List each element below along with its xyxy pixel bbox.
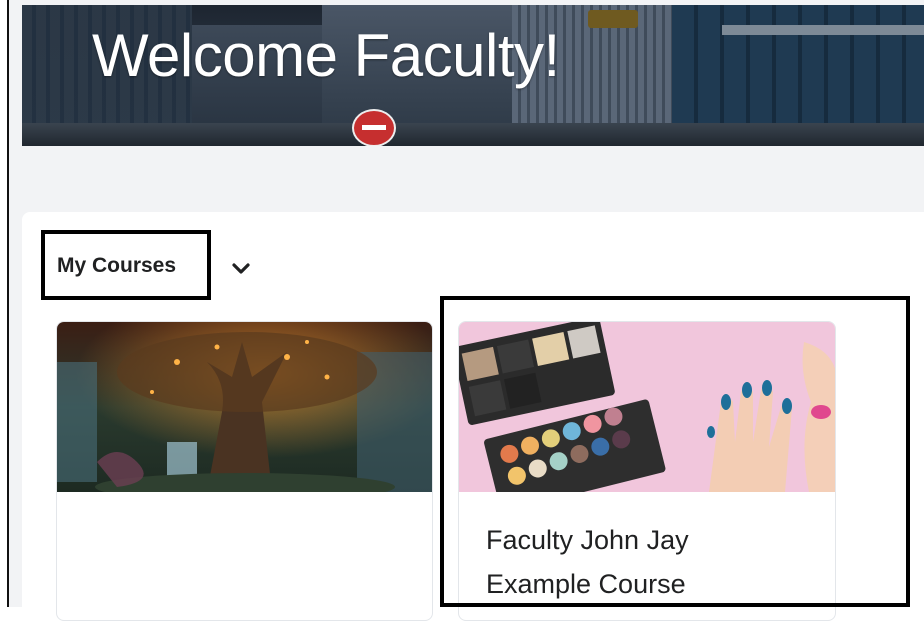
left-border [7, 0, 9, 607]
highlight-box-course-card [440, 296, 910, 607]
highlight-box-my-courses [41, 230, 211, 300]
course-card[interactable] [56, 321, 433, 621]
stop-sign-icon [352, 109, 396, 146]
banner-street [22, 123, 924, 146]
traffic-light [588, 10, 638, 28]
banner-ledge [722, 25, 924, 35]
banner-title: Welcome Faculty! [92, 22, 560, 89]
screenshot-frame: Welcome Faculty! My Courses Faculty John… [0, 0, 924, 621]
course-menu-button[interactable] [225, 255, 257, 283]
welcome-banner: Welcome Faculty! [22, 5, 924, 146]
chevron-down-icon [232, 263, 250, 274]
fantasy-tree-image [57, 322, 432, 492]
